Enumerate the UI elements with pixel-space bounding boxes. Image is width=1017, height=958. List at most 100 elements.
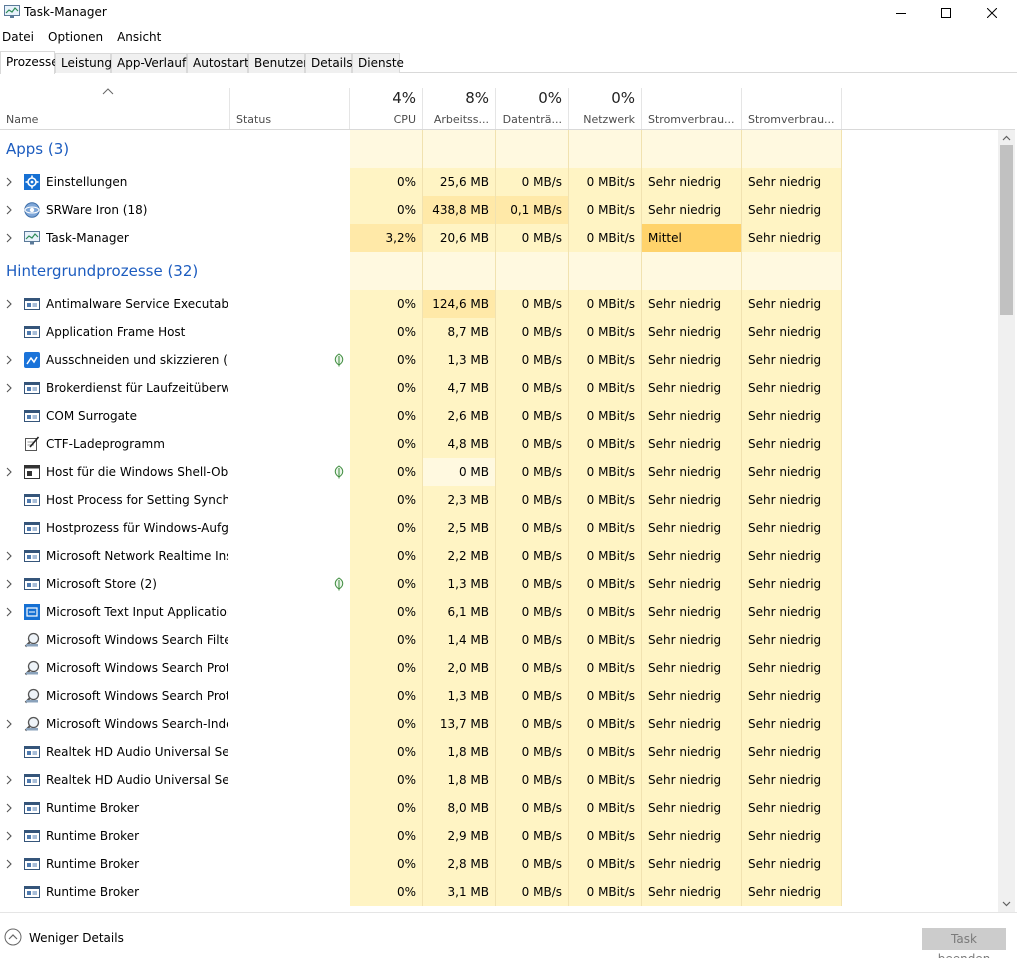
search-service-icon: [24, 660, 40, 676]
process-row[interactable]: Runtime Broker 0% 2,8 MB 0 MB/s 0 MBit/s Sehr…: [0, 850, 998, 878]
scrollbar-thumb[interactable]: [1000, 145, 1013, 315]
process-name: Host für die Windows Shell-Obe...: [46, 465, 228, 479]
chevron-right-icon[interactable]: [4, 794, 14, 822]
cell-net: 0 MBit/s: [569, 850, 642, 878]
less-details-link[interactable]: Weniger Details: [29, 931, 124, 945]
chevron-right-icon[interactable]: [4, 822, 14, 850]
menu-optionen[interactable]: Optionen: [45, 28, 106, 48]
tab-details[interactable]: Details: [305, 53, 353, 73]
scroll-down-icon[interactable]: [1002, 899, 1011, 908]
cell-net: 0 MBit/s: [569, 570, 642, 598]
cell-net: 0 MBit/s: [569, 290, 642, 318]
collapse-details-icon[interactable]: [4, 928, 22, 946]
chevron-right-icon[interactable]: [4, 224, 14, 252]
process-name: Antimalware Service Executable: [46, 297, 228, 311]
column-header-status[interactable]: Status: [230, 88, 350, 130]
process-row[interactable]: Microsoft Text Input Application 0% 6,1 MB…: [0, 598, 998, 626]
cell-disk: 0 MB/s: [496, 654, 569, 682]
column-header-network[interactable]: 0% Netzwerk: [569, 88, 642, 130]
column-header-cpu[interactable]: 4% CPU: [350, 88, 423, 130]
cell-net: 0 MBit/s: [569, 682, 642, 710]
process-row[interactable]: Hostprozess für Windows-Aufg... 0% 2,5 MB 0…: [0, 514, 998, 542]
cell-trend: Sehr niedrig: [742, 458, 842, 486]
title-bar: Task-Manager: [0, 0, 1017, 26]
cell-power: Sehr niedrig: [642, 514, 742, 542]
cell-trend: Sehr niedrig: [742, 486, 842, 514]
process-row[interactable]: Application Frame Host 0% 8,7 MB 0 MB/s 0 MB…: [0, 318, 998, 346]
chevron-right-icon[interactable]: [4, 850, 14, 878]
chevron-right-icon[interactable]: [4, 598, 14, 626]
scroll-up-icon[interactable]: [1002, 134, 1011, 143]
column-header-power[interactable]: Stromverbrau...: [642, 88, 742, 130]
process-row[interactable]: Microsoft Windows Search Prot... 0% 1,3 MB…: [0, 682, 998, 710]
chevron-right-icon[interactable]: [4, 346, 14, 374]
cell-power: Sehr niedrig: [642, 346, 742, 374]
tab-app-verlauf[interactable]: App-Verlauf: [111, 53, 187, 73]
chevron-right-icon[interactable]: [4, 374, 14, 402]
cell-disk: 0 MB/s: [496, 346, 569, 374]
menu-ansicht[interactable]: Ansicht: [114, 28, 164, 48]
cell-trend: Sehr niedrig: [742, 290, 842, 318]
close-button[interactable]: [969, 0, 1015, 26]
chevron-right-icon[interactable]: [4, 710, 14, 738]
tab-prozesse[interactable]: Prozesse: [0, 51, 59, 74]
minimize-button[interactable]: [878, 0, 924, 26]
column-header-memory[interactable]: 8% Arbeitss...: [423, 88, 496, 130]
process-row[interactable]: Microsoft Windows Search Prot... 0% 2,0 MB…: [0, 654, 998, 682]
process-row[interactable]: Microsoft Windows Search Filte... 0% 1,4 M…: [0, 626, 998, 654]
cell-trend: Sehr niedrig: [742, 626, 842, 654]
group-title: Hintergrundprozesse (32): [6, 262, 199, 280]
column-header-disk[interactable]: 0% Datenträ...: [496, 88, 569, 130]
process-row[interactable]: Antimalware Service Executable 0% 124,6 MB…: [0, 290, 998, 318]
group-heat-cell: [742, 252, 842, 290]
cell-disk: 0 MB/s: [496, 822, 569, 850]
menu-datei[interactable]: Datei: [0, 28, 37, 48]
end-task-button[interactable]: Task beenden: [922, 928, 1006, 958]
process-row[interactable]: CTF-Ladeprogramm 0% 4,8 MB 0 MB/s 0 MBit/s Se…: [0, 430, 998, 458]
cpu-total: 4%: [392, 89, 416, 107]
process-row[interactable]: Ausschneiden und skizzieren (2) 0% 1,3 MB 0…: [0, 346, 998, 374]
chevron-right-icon[interactable]: [4, 766, 14, 794]
process-row[interactable]: Realtek HD Audio Universal Serv... 0%1,8 …: [0, 738, 998, 766]
maximize-button[interactable]: [923, 0, 969, 26]
cell-disk: 0 MB/s: [496, 458, 569, 486]
process-row[interactable]: Microsoft Store (2) 0% 1,3 MB 0 MB/s 0 MBit/…: [0, 570, 998, 598]
tab-autostart[interactable]: Autostart: [187, 53, 249, 73]
process-row[interactable]: COM Surrogate 0% 2,6 MB 0 MB/s 0 MBit/s Sehr …: [0, 402, 998, 430]
process-row[interactable]: Microsoft Network Realtime Ins... 0% 2,2 M…: [0, 542, 998, 570]
process-row[interactable]: Runtime Broker 0% 2,9 MB 0 MB/s 0 MBit/s Sehr…: [0, 822, 998, 850]
tab-benutzer[interactable]: Benutzer: [248, 53, 308, 73]
process-row[interactable]: Runtime Broker 0% 8,0 MB 0 MB/s 0 MBit/s Sehr…: [0, 794, 998, 822]
process-row[interactable]: Microsoft Windows Search-Inde... 0% 13,7 M…: [0, 710, 998, 738]
cell-cpu: 0%: [350, 626, 423, 654]
cell-net: 0 MBit/s: [569, 738, 642, 766]
search-service-icon: [24, 632, 40, 648]
process-row[interactable]: Host Process for Setting Synchr... 0% 2,3 …: [0, 486, 998, 514]
process-row[interactable]: Brokerdienst für Laufzeitüberwa... 0%4,7 …: [0, 374, 998, 402]
chevron-right-icon[interactable]: [4, 570, 14, 598]
vertical-scrollbar[interactable]: [998, 130, 1015, 912]
group-heat-cell: [496, 252, 569, 290]
process-row[interactable]: Realtek HD Audio Universal Serv... 0%1,8 …: [0, 766, 998, 794]
tab-dienste[interactable]: Dienste: [352, 53, 404, 73]
cell-net: 0 MBit/s: [569, 542, 642, 570]
chevron-right-icon[interactable]: [4, 290, 14, 318]
service-icon: [24, 324, 40, 340]
cell-trend: Sehr niedrig: [742, 570, 842, 598]
process-row[interactable]: Task-Manager 3,2% 20,6 MB 0 MB/s 0 MBit/s Mit…: [0, 224, 998, 252]
service-icon: [24, 744, 40, 760]
chevron-right-icon[interactable]: [4, 458, 14, 486]
column-header-name[interactable]: Name: [0, 88, 230, 130]
chevron-right-icon[interactable]: [4, 168, 14, 196]
process-name: Einstellungen: [46, 175, 128, 189]
cell-disk: 0 MB/s: [496, 430, 569, 458]
chevron-right-icon[interactable]: [4, 542, 14, 570]
process-row[interactable]: Host für die Windows Shell-Obe... 0% 0 MB 0…: [0, 458, 998, 486]
column-header-power-trend[interactable]: Stromverbrau...: [742, 88, 842, 130]
chevron-right-icon[interactable]: [4, 196, 14, 224]
process-row[interactable]: Einstellungen 0% 25,6 MB 0 MB/s 0 MBit/s Sehr…: [0, 168, 998, 196]
tab-leistung[interactable]: Leistung: [55, 53, 112, 73]
cell-trend: Sehr niedrig: [742, 682, 842, 710]
process-row[interactable]: SRWare Iron (18) 0% 438,8 MB 0,1 MB/s 0 MBit…: [0, 196, 998, 224]
process-row[interactable]: Runtime Broker 0% 3,1 MB 0 MB/s 0 MBit/s Sehr…: [0, 878, 998, 906]
